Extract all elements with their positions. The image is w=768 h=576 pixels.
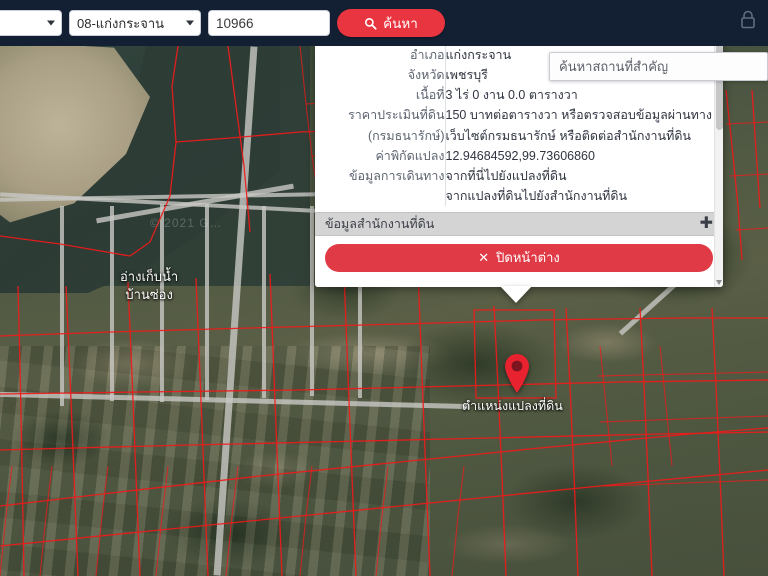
row-label: อำเภอ [409, 48, 445, 62]
route-parcel-to-office-link[interactable]: จากแปลงที่ดินไปยังสำนักงานที่ดิน [444, 185, 713, 206]
top-toolbar: 08-แก่งกระจาน 10966 ค้นหา [0, 0, 768, 46]
table-row: (กรมธนารักษ์) เว็บไซต์กรมธนารักษ์ หรือติ… [315, 125, 713, 146]
chevron-down-icon [47, 20, 55, 26]
row-value: 150 บาทต่อตารางวา หรือตรวจสอบข้อมูลผ่านท… [444, 105, 713, 126]
close-window-button[interactable]: ✕ ปิดหน้าต่าง [325, 243, 713, 272]
close-button-row: ✕ ปิดหน้าต่าง [315, 236, 723, 282]
map-pin-icon [505, 354, 529, 393]
search-button-label: ค้นหา [383, 16, 418, 31]
table-row: ค่าพิกัดแปลง 12.94684592,99.73606860 [315, 145, 713, 166]
row-label: เนื้อที่ [415, 88, 445, 103]
row-label: ข้อมูลการเดินทาง [348, 168, 445, 183]
chevron-down-icon [186, 20, 194, 26]
chevron-down-icon[interactable] [716, 280, 722, 285]
place-search-input[interactable]: ค้นหาสถานที่สำคัญ [549, 52, 768, 81]
place-search-placeholder: ค้นหาสถานที่สำคัญ [559, 59, 669, 74]
popup-pointer-arrow [500, 286, 532, 303]
lock-button[interactable] [738, 9, 758, 31]
search-icon [365, 17, 377, 30]
row-label: (กรมธนารักษ์) [367, 128, 445, 143]
table-row: ราคาประเมินที่ดิน 150 บาทต่อตารางวา หรือ… [315, 105, 713, 126]
row-label: ราคาประเมินที่ดิน [348, 108, 445, 123]
row-label: จังหวัด [407, 68, 445, 83]
treasury-website-link[interactable]: เว็บไซต์กรมธนารักษ์ หรือติดต่อสำนักงานที… [444, 125, 713, 146]
coordinates-link[interactable]: 12.94684592,99.73606860 [444, 145, 713, 166]
amphoe-select[interactable]: 08-แก่งกระจาน [69, 10, 201, 36]
table-row: เนื้อที่ 3 ไร่ 0 งาน 0.0 ตารางวา [315, 85, 713, 106]
row-label [315, 186, 445, 206]
row-value: 3 ไร่ 0 งาน 0.0 ตารางวา [444, 85, 713, 106]
lock-icon [741, 10, 755, 29]
close-window-label: ปิดหน้าต่าง [496, 250, 560, 265]
route-here-to-parcel-link[interactable]: จากที่นี่ไปยังแปลงที่ดิน [444, 165, 713, 186]
section-header-label: ข้อมูลสำนักงานที่ดิน [325, 216, 435, 231]
amphoe-select-value: 08-แก่งกระจาน [77, 15, 165, 31]
table-row: ข้อมูลการเดินทาง จากที่นี่ไปยังแปลงที่ดิ… [315, 165, 713, 186]
parcel-number-value: 10966 [216, 15, 254, 31]
toolbar-controls-group: 08-แก่งกระจาน 10966 ค้นหา [0, 9, 445, 37]
parcel-number-input[interactable]: 10966 [208, 10, 330, 36]
plus-icon: ✚ [699, 214, 713, 232]
close-x-icon: ✕ [478, 249, 490, 265]
row-label: ค่าพิกัดแปลง [375, 148, 445, 163]
table-row: จากแปลงที่ดินไปยังสำนักงานที่ดิน [315, 185, 713, 206]
land-parcel-marker[interactable] [503, 352, 531, 394]
province-select[interactable] [0, 10, 62, 36]
search-button[interactable]: ค้นหา [337, 9, 445, 37]
land-office-info-section-toggle[interactable]: ข้อมูลสำนักงานที่ดิน ✚ [315, 211, 723, 236]
